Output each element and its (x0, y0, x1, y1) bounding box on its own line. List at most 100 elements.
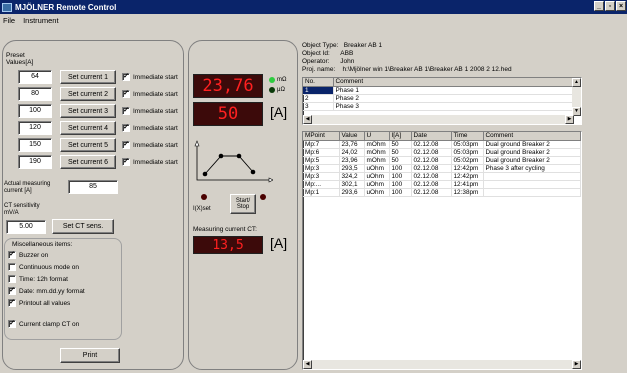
col-header-value[interactable]: Value (339, 132, 365, 141)
checkbox-mark: ✓ (8, 320, 16, 328)
cell-value: 293,5 (339, 164, 365, 173)
ct-current-unit: [A] (270, 235, 288, 251)
cell-comment: Dual ground Breaker 2 (483, 156, 581, 165)
checkbox-label: Immediate start (133, 73, 178, 81)
phase-row[interactable]: 1 Phase 1 (303, 86, 574, 95)
preset-value-field[interactable]: 80 (18, 87, 52, 101)
checkbox-label: Printout all values (19, 299, 71, 307)
green-led-icon (269, 77, 275, 83)
scroll-right-icon[interactable]: ▶ (572, 360, 581, 369)
restore-button[interactable]: ▫ (605, 1, 615, 11)
misc-checkbox[interactable]: ✓ Buzzer on (8, 251, 48, 259)
immediate-start-checkbox[interactable]: ✓ Immediate start (122, 90, 178, 98)
cell-comment (483, 188, 581, 197)
preset-value-field[interactable]: 64 (18, 70, 52, 84)
preset-value-field[interactable]: 100 (18, 104, 52, 118)
phase-row[interactable]: 3 Phase 3 (303, 102, 574, 111)
phase-hscrollbar[interactable] (303, 115, 574, 124)
cell-mpoint: Mp:7 (303, 140, 340, 149)
misc-checkbox[interactable]: Continuous mode on (8, 263, 79, 271)
title-bar: MJÖLNER Remote Control _ ▫ × (0, 0, 627, 14)
start-stop-button[interactable]: Start/ Stop (230, 194, 256, 214)
phase-row[interactable]: 2 Phase 2 (303, 94, 574, 103)
measurement-grid[interactable]: MPoint Value U I[A] Date Time Comment Mp… (302, 131, 582, 370)
ramp-diagram (194, 140, 273, 183)
cell-unit: mOhm (364, 140, 390, 149)
current-clamp-ct-checkbox[interactable]: ✓ Current clamp CT on (8, 320, 79, 328)
phase-comment: Phase 1 (333, 86, 574, 95)
checkbox-mark: ✓ (8, 299, 16, 307)
iset-label: I(X)set (193, 206, 211, 212)
table-row[interactable]: Mp:3 324,2 uOhm 100 02.12.08 12:42pm (303, 172, 581, 181)
col-header-unit[interactable]: U (364, 132, 390, 141)
cell-value: 324,2 (339, 172, 365, 181)
menu-file[interactable]: File (3, 16, 15, 25)
checkbox-label: Date: mm.dd.yy format (19, 287, 85, 295)
cell-time: 12:42pm (451, 164, 484, 173)
table-row[interactable]: Mp:5 23,96 mOhm 50 02.12.08 05:02pm Dual groun… (303, 156, 581, 165)
col-header-comment[interactable]: Comment (333, 78, 574, 87)
preset-value-field[interactable]: 120 (18, 121, 52, 135)
table-row[interactable]: Mp:3 293,5 uOhm 100 02.12.08 12:42pm Phase 3 a… (303, 164, 581, 173)
current-display: 50 (193, 102, 263, 126)
preset-label: Preset Values[A] (6, 52, 34, 66)
menu-bar: File Instrument (0, 14, 627, 26)
immediate-start-checkbox[interactable]: ✓ Immediate start (122, 158, 178, 166)
table-row[interactable]: Mp:6 24,02 mOhm 50 02.12.08 05:03pm Dual groun… (303, 148, 581, 157)
misc-checkbox[interactable]: ✓ Printout all values (8, 299, 70, 307)
set-current-button[interactable]: Set current 3 (60, 104, 116, 118)
cell-date: 02.12.08 (411, 156, 452, 165)
set-current-button[interactable]: Set current 2 (60, 87, 116, 101)
preset-value-field[interactable]: 190 (18, 155, 52, 169)
mohm-indicator: mΩ (269, 77, 286, 83)
cell-date: 02.12.08 (411, 140, 452, 149)
misc-checkbox[interactable]: Time: 12h format (8, 275, 68, 283)
measurement-hscrollbar[interactable] (303, 360, 581, 369)
set-current-button[interactable]: Set current 4 (60, 121, 116, 135)
col-header-time[interactable]: Time (451, 132, 484, 141)
phase-grid[interactable]: No. Comment 1 Phase 1 2 Phase 2 3 Phase … (302, 77, 582, 125)
actual-current-field[interactable]: 85 (68, 180, 118, 194)
ct-sensitivity-field[interactable]: 5.00 (6, 220, 46, 234)
set-ct-sens-button[interactable]: Set CT sens. (52, 219, 114, 234)
immediate-start-checkbox[interactable]: ✓ Immediate start (122, 124, 178, 132)
scroll-up-icon[interactable]: ▲ (572, 78, 581, 87)
set-current-button[interactable]: Set current 5 (60, 138, 116, 152)
scroll-left-icon[interactable]: ◀ (303, 360, 312, 369)
project-name: Proj. name: h:\Mjölner win 1\Breaker AB … (302, 66, 512, 73)
ct-current-display: 13,5 (193, 236, 263, 254)
immediate-start-checkbox[interactable]: ✓ Immediate start (122, 73, 178, 81)
scroll-left-icon[interactable]: ◀ (303, 115, 312, 124)
col-header-date[interactable]: Date (411, 132, 452, 141)
immediate-start-checkbox[interactable]: ✓ Immediate start (122, 107, 178, 115)
scroll-right-icon[interactable]: ▶ (565, 115, 574, 124)
resistance-display: 23,76 (193, 74, 263, 98)
checkbox-mark: ✓ (122, 124, 130, 132)
immediate-start-checkbox[interactable]: ✓ Immediate start (122, 141, 178, 149)
checkbox-mark (8, 263, 16, 271)
set-current-button[interactable]: Set current 1 (60, 70, 116, 84)
phase-no: 3 (303, 102, 334, 111)
preset-value-field[interactable]: 150 (18, 138, 52, 152)
misc-checkbox[interactable]: ✓ Date: mm.dd.yy format (8, 287, 85, 295)
cell-comment (483, 172, 581, 181)
table-row[interactable]: Mp:... 302,1 uOhm 100 02.12.08 12:41pm (303, 180, 581, 189)
col-header-no[interactable]: No. (303, 78, 334, 87)
cell-date: 02.12.08 (411, 164, 452, 173)
col-header-current[interactable]: I[A] (389, 132, 412, 141)
object-type: Object Type: Breaker AB 1 (302, 42, 383, 49)
cell-current: 50 (389, 156, 412, 165)
menu-instrument[interactable]: Instrument (23, 16, 58, 25)
checkbox-label: Immediate start (133, 141, 178, 149)
close-button[interactable]: × (616, 1, 626, 11)
table-row[interactable]: Mp:1 293,6 uOhm 100 02.12.08 12:38pm (303, 188, 581, 197)
table-row[interactable]: Mp:7 23,76 mOhm 50 02.12.08 05:03pm Dual groun… (303, 140, 581, 149)
col-header-comment[interactable]: Comment (483, 132, 581, 141)
print-button[interactable]: Print (60, 348, 120, 363)
phase-comment: Phase 3 (333, 102, 574, 111)
col-header-mpoint[interactable]: MPoint (303, 132, 340, 141)
checkbox-label: Continuous mode on (19, 263, 79, 271)
minimize-button[interactable]: _ (594, 1, 604, 11)
set-current-button[interactable]: Set current 6 (60, 155, 116, 169)
cell-unit: uOhm (364, 164, 390, 173)
